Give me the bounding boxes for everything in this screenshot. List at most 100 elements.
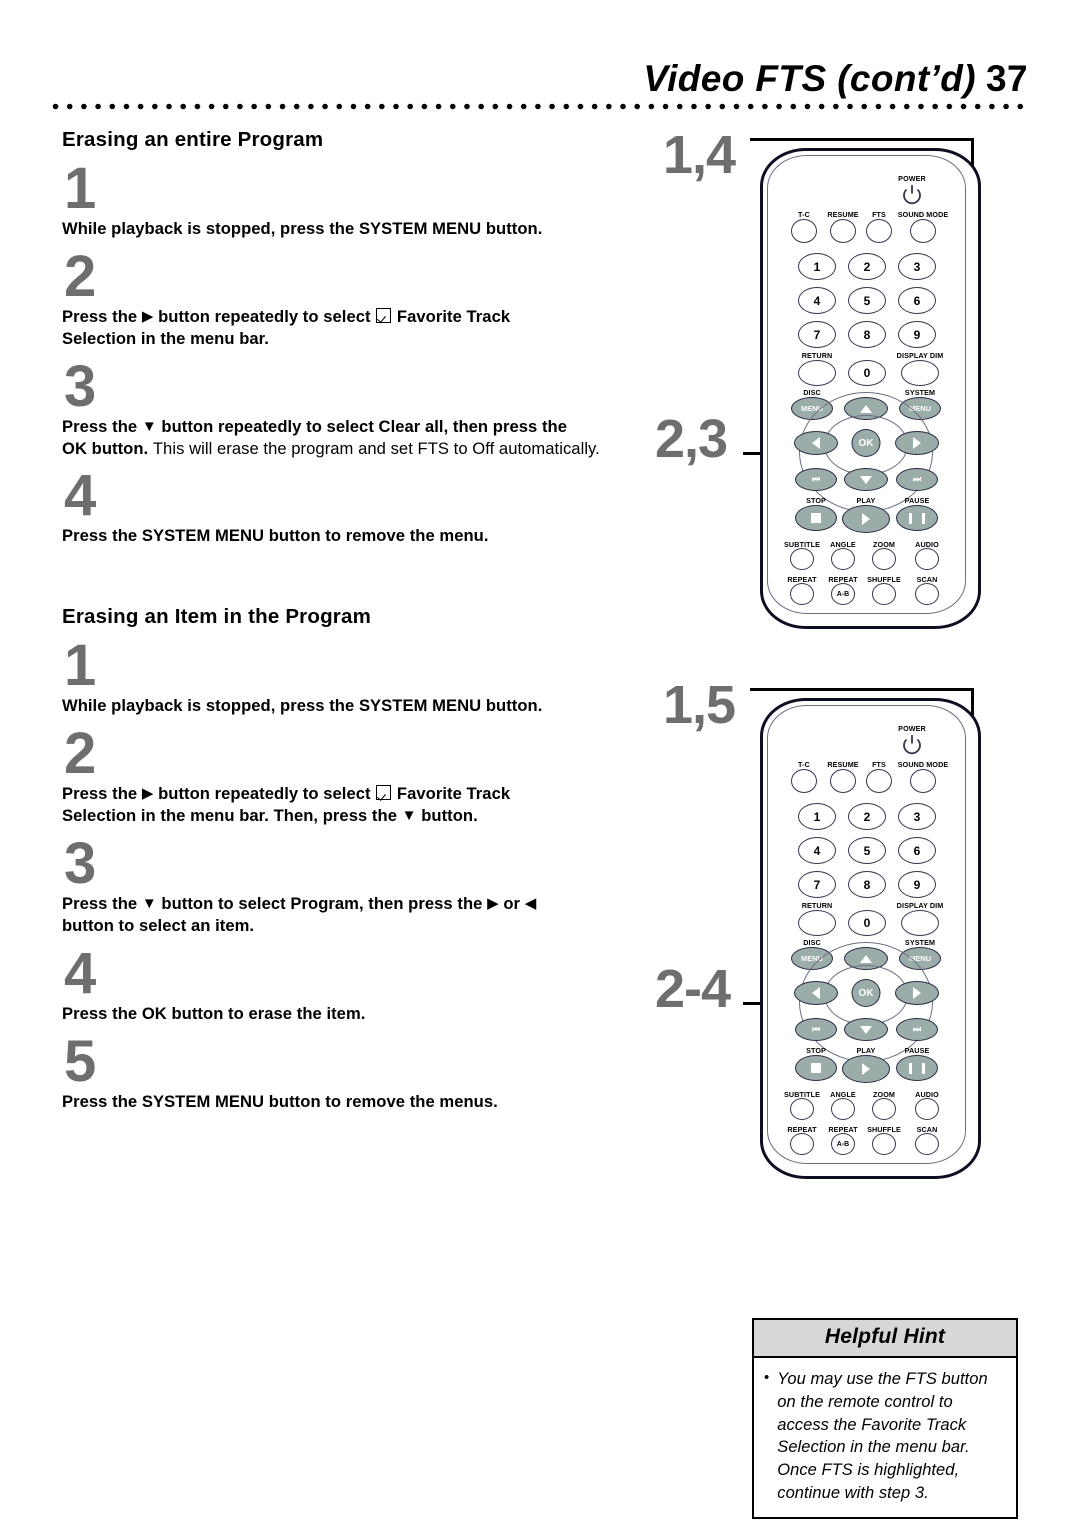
pause-button[interactable] — [896, 505, 938, 531]
section-erasing-entire-program: Erasing an entire Program 1 While playba… — [60, 128, 640, 547]
next-button[interactable]: ⏭ — [896, 1018, 938, 1041]
sound-mode-button[interactable] — [910, 769, 936, 793]
audio-button[interactable] — [915, 1098, 939, 1120]
pause-icon — [909, 1062, 925, 1074]
key-0[interactable]: 0 — [848, 910, 886, 936]
tc-button[interactable] — [791, 219, 817, 243]
shuffle-button[interactable] — [872, 583, 896, 605]
power-label: POWER — [898, 724, 926, 733]
callout-label-top: 1,4 — [663, 125, 736, 185]
step-item: 4 Press the SYSTEM MENU button to remove… — [60, 467, 640, 547]
callout-line — [750, 138, 974, 141]
fts-button[interactable] — [866, 769, 892, 793]
stop-button[interactable] — [795, 1055, 837, 1081]
resume-button[interactable] — [830, 219, 856, 243]
manual-page: Video FTS (cont’d) 37 Erasing an entire P… — [0, 0, 1080, 1528]
previous-button[interactable]: ⏮ — [795, 468, 837, 491]
subtitle-button[interactable] — [790, 1098, 814, 1120]
step-number: 1 — [64, 633, 96, 699]
sound-mode-button[interactable] — [910, 219, 936, 243]
display-dim-button[interactable] — [901, 910, 939, 936]
key-1[interactable]: 1 — [798, 803, 836, 830]
power-button[interactable] — [901, 733, 923, 755]
audio-button[interactable] — [915, 548, 939, 570]
step-text: Press the ▼ button repeatedly to select … — [62, 416, 600, 458]
key-7[interactable]: 7 — [798, 321, 836, 348]
nav-left-button[interactable] — [794, 431, 838, 455]
system-label: SYSTEM — [904, 388, 936, 397]
bullet-icon: • — [764, 1369, 770, 1386]
key-4[interactable]: 4 — [798, 837, 836, 864]
previous-button[interactable]: ⏮ — [795, 1018, 837, 1041]
play-button[interactable] — [842, 1055, 890, 1083]
play-button[interactable] — [842, 505, 890, 533]
ok-button[interactable]: OK — [851, 429, 881, 457]
down-arrow-icon: ▼ — [401, 807, 417, 825]
remote-figure-1: 1,4 2,3 POWER T-C RESUME FTS SOUND MODE … — [655, 120, 1080, 630]
key-2[interactable]: 2 — [848, 803, 886, 830]
key-5[interactable]: 5 — [848, 287, 886, 314]
scan-button[interactable] — [915, 1133, 939, 1155]
angle-button[interactable] — [831, 548, 855, 570]
zoom-button[interactable] — [872, 1098, 896, 1120]
remote-control: POWER T-C RESUME FTS SOUND MODE 1 2 3 4 … — [760, 148, 981, 629]
pause-button[interactable] — [896, 1055, 938, 1081]
step-text: Press the ▶ button repeatedly to select … — [62, 784, 511, 826]
fts-button[interactable] — [866, 219, 892, 243]
key-6[interactable]: 6 — [898, 837, 936, 864]
helpful-hint-body: • You may use the FTS button on the remo… — [754, 1358, 1016, 1517]
repeat-ab-button[interactable]: A-B — [831, 1133, 855, 1155]
key-4[interactable]: 4 — [798, 287, 836, 314]
key-8[interactable]: 8 — [848, 871, 886, 898]
nav-right-button[interactable] — [895, 431, 939, 455]
key-0[interactable]: 0 — [848, 360, 886, 386]
zoom-button[interactable] — [872, 548, 896, 570]
btn-label-fts: FTS — [872, 760, 886, 769]
tc-button[interactable] — [791, 769, 817, 793]
display-dim-button[interactable] — [901, 360, 939, 386]
nav-left-button[interactable] — [794, 981, 838, 1005]
down-arrow-icon — [860, 1025, 872, 1034]
power-icon — [903, 735, 921, 755]
key-5[interactable]: 5 — [848, 837, 886, 864]
checkbox-icon — [376, 307, 392, 323]
play-label: PLAY — [856, 496, 876, 505]
repeat-button[interactable] — [790, 1133, 814, 1155]
nav-down-button[interactable] — [844, 1018, 888, 1041]
step-number: 2 — [64, 721, 96, 787]
key-8[interactable]: 8 — [848, 321, 886, 348]
key-6[interactable]: 6 — [898, 287, 936, 314]
step-item: 3 Press the ▼ button repeatedly to selec… — [60, 357, 640, 460]
key-3[interactable]: 3 — [898, 253, 936, 280]
step-item: 2 Press the ▶ button repeatedly to selec… — [60, 721, 640, 827]
btn-label-fts: FTS — [872, 210, 886, 219]
stop-button[interactable] — [795, 505, 837, 531]
key-2[interactable]: 2 — [848, 253, 886, 280]
key-1[interactable]: 1 — [798, 253, 836, 280]
key-3[interactable]: 3 — [898, 803, 936, 830]
subtitle-button[interactable] — [790, 548, 814, 570]
right-arrow-icon — [913, 987, 921, 999]
stop-icon — [811, 513, 821, 523]
step-text: Press the SYSTEM MENU button to remove t… — [62, 526, 489, 546]
power-button[interactable] — [901, 183, 923, 205]
section-title: Erasing an entire Program — [62, 128, 324, 151]
key-9[interactable]: 9 — [898, 321, 936, 348]
stop-label: STOP — [806, 1046, 826, 1055]
ok-button[interactable]: OK — [851, 979, 881, 1007]
return-button[interactable] — [798, 910, 836, 936]
nav-right-button[interactable] — [895, 981, 939, 1005]
step-item: 5 Press the SYSTEM MENU button to remove… — [60, 1032, 640, 1113]
angle-button[interactable] — [831, 1098, 855, 1120]
key-7[interactable]: 7 — [798, 871, 836, 898]
key-9[interactable]: 9 — [898, 871, 936, 898]
callout-label-mid: 2-4 — [655, 959, 731, 1019]
nav-down-button[interactable] — [844, 468, 888, 491]
next-button[interactable]: ⏭ — [896, 468, 938, 491]
repeat-button[interactable] — [790, 583, 814, 605]
shuffle-button[interactable] — [872, 1133, 896, 1155]
scan-button[interactable] — [915, 583, 939, 605]
return-button[interactable] — [798, 360, 836, 386]
repeat-ab-button[interactable]: A-B — [831, 583, 855, 605]
resume-button[interactable] — [830, 769, 856, 793]
